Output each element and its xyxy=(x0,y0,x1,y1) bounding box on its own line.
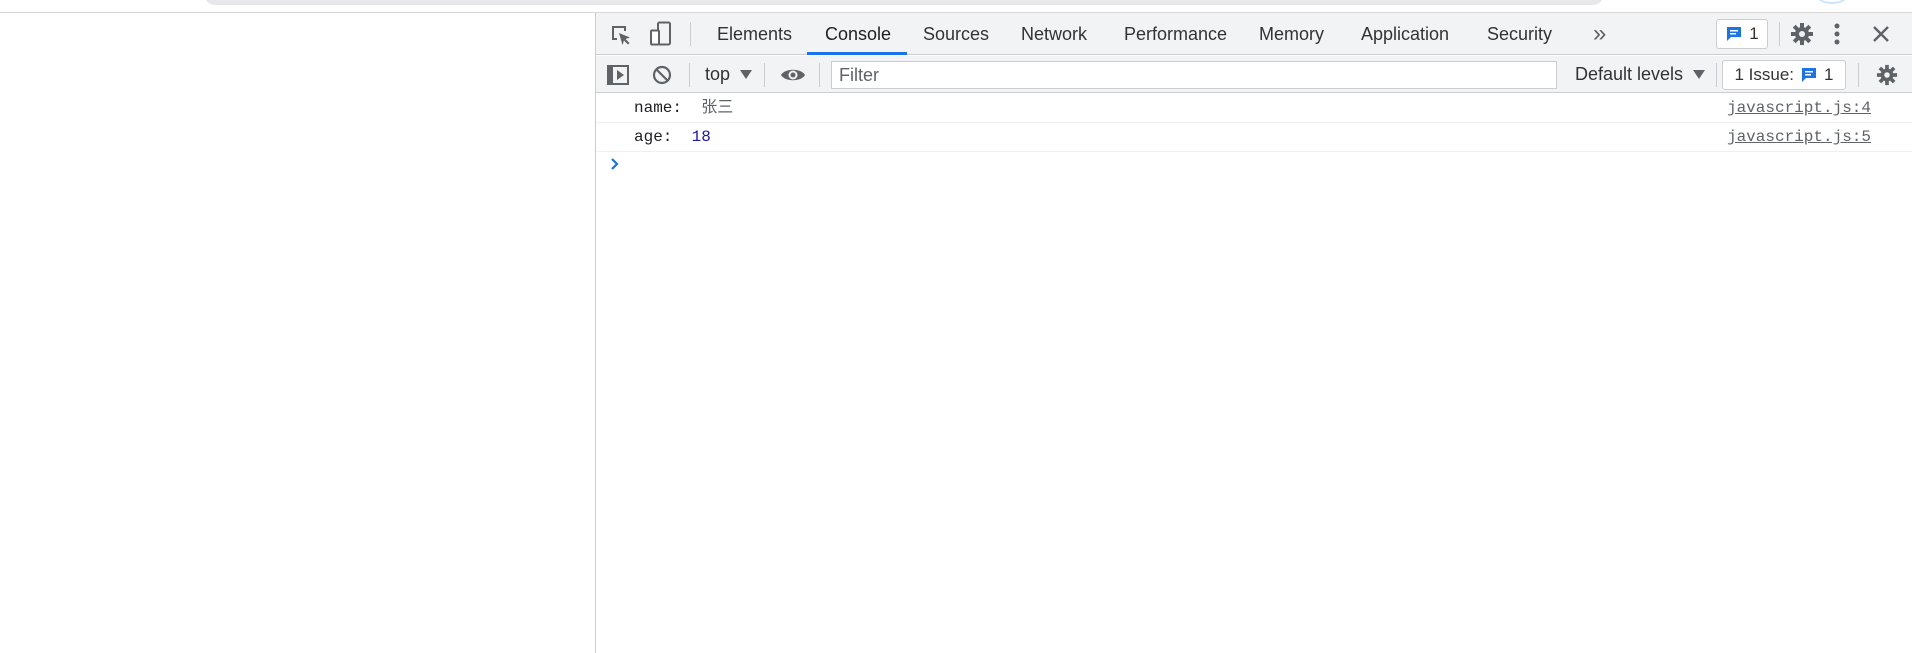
settings-gear-icon[interactable] xyxy=(1789,21,1815,47)
divider xyxy=(1716,63,1717,87)
tab-security[interactable]: Security xyxy=(1487,13,1552,54)
tab-console[interactable]: Console xyxy=(825,13,891,54)
divider xyxy=(690,22,691,46)
chevron-right-icon xyxy=(611,158,619,170)
message-value: 18 xyxy=(691,128,711,146)
tab-performance[interactable]: Performance xyxy=(1124,13,1227,54)
clear-console-icon[interactable] xyxy=(650,63,674,87)
divider xyxy=(764,63,765,87)
console-toolbar: top Default levels 1 Issue: xyxy=(596,56,1912,93)
console-settings-gear-icon[interactable] xyxy=(1875,63,1899,87)
browser-top-edge xyxy=(0,0,1912,13)
close-icon[interactable] xyxy=(1869,22,1893,46)
divider xyxy=(1779,22,1780,46)
message-key: name: xyxy=(634,99,683,117)
issues-button[interactable]: 1 Issue: 1 xyxy=(1722,60,1846,90)
source-link[interactable]: javascript.js:5 xyxy=(1727,123,1871,152)
tab-application[interactable]: Application xyxy=(1361,13,1449,54)
kebab-menu-icon[interactable] xyxy=(1829,21,1845,47)
page-viewport xyxy=(0,13,595,653)
context-selector[interactable]: top xyxy=(705,56,753,93)
chevron-down-icon xyxy=(1693,70,1706,79)
divider xyxy=(819,63,820,87)
message-icon xyxy=(1727,27,1742,41)
messages-badge[interactable]: 1 xyxy=(1716,19,1768,49)
devtools-tabbar: Elements Console Sources Network Perform… xyxy=(596,13,1912,55)
active-tab-indicator xyxy=(807,52,907,55)
message-key: age: xyxy=(634,128,673,146)
divider xyxy=(1858,63,1859,87)
console-message-text: name: 张三 xyxy=(634,94,733,123)
console-message-text: age: 18 xyxy=(634,123,711,152)
devtools-panel: Elements Console Sources Network Perform… xyxy=(595,13,1912,653)
tab-sources[interactable]: Sources xyxy=(923,13,989,54)
tab-network[interactable]: Network xyxy=(1021,13,1087,54)
log-levels-dropdown[interactable]: Default levels xyxy=(1575,56,1706,93)
profile-avatar[interactable] xyxy=(1816,0,1848,4)
sidebar-toggle-icon[interactable] xyxy=(606,63,630,87)
issues-count: 1 xyxy=(1824,65,1834,84)
more-tabs-icon[interactable]: » xyxy=(1593,13,1606,54)
address-bar-edge[interactable] xyxy=(205,0,1603,5)
message-value: 张三 xyxy=(701,99,734,117)
filter-input[interactable] xyxy=(831,61,1557,89)
log-levels-label: Default levels xyxy=(1575,64,1684,84)
issue-message-icon xyxy=(1802,68,1817,82)
console-prompt[interactable] xyxy=(610,157,620,176)
issues-label: 1 Issue: xyxy=(1734,65,1795,84)
screen: Elements Console Sources Network Perform… xyxy=(0,0,1912,653)
console-message: age: 18 javascript.js:5 xyxy=(596,123,1912,152)
source-link[interactable]: javascript.js:4 xyxy=(1727,94,1871,123)
inspect-element-icon[interactable] xyxy=(608,22,634,48)
eye-icon[interactable] xyxy=(780,63,806,87)
tab-memory[interactable]: Memory xyxy=(1259,13,1324,54)
divider xyxy=(689,63,690,87)
chevron-down-icon xyxy=(740,70,753,79)
device-toolbar-icon[interactable] xyxy=(648,21,674,47)
tab-elements[interactable]: Elements xyxy=(717,13,792,54)
messages-badge-count: 1 xyxy=(1749,24,1759,43)
context-selector-label: top xyxy=(705,64,731,84)
console-output[interactable]: name: 张三 javascript.js:4 age: 18 javascr… xyxy=(596,93,1912,653)
console-message: name: 张三 javascript.js:4 xyxy=(596,94,1912,123)
